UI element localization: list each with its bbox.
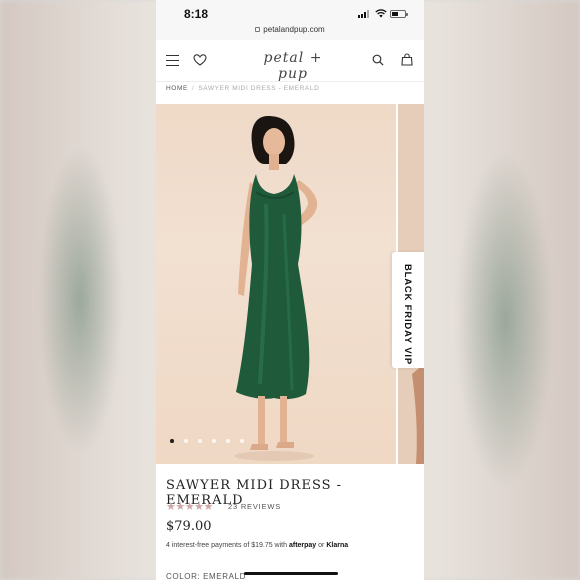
status-time: 8:18 bbox=[184, 7, 209, 21]
review-count[interactable]: 23 REVIEWS bbox=[228, 502, 281, 511]
afterpay-logo[interactable]: afterpay bbox=[289, 542, 316, 549]
address-bar[interactable]: petalandpup.com bbox=[156, 24, 424, 40]
klarna-logo[interactable]: Klarna bbox=[326, 542, 348, 549]
slide-dot[interactable] bbox=[212, 439, 216, 443]
breadcrumb-home[interactable]: HOME bbox=[166, 85, 188, 92]
url-text: petalandpup.com bbox=[263, 25, 325, 34]
installment-info: 4 interest-free payments of $19.75 with … bbox=[166, 542, 348, 549]
site-header: petal + pup bbox=[156, 40, 424, 82]
bag-icon[interactable] bbox=[401, 53, 413, 66]
product-gallery[interactable]: BLACK FRIDAY VIP bbox=[156, 104, 424, 464]
heart-icon[interactable] bbox=[193, 53, 207, 67]
black-friday-vip-tab[interactable]: BLACK FRIDAY VIP bbox=[392, 252, 424, 368]
slide-dot[interactable] bbox=[170, 439, 174, 443]
home-indicator bbox=[244, 572, 338, 575]
slide-dot[interactable] bbox=[226, 439, 230, 443]
vip-tab-label: BLACK FRIDAY VIP bbox=[402, 264, 413, 365]
slide-dot[interactable] bbox=[184, 439, 188, 443]
installment-or: or bbox=[318, 542, 325, 549]
slide-dot[interactable] bbox=[240, 439, 244, 443]
menu-icon[interactable] bbox=[166, 55, 179, 67]
lock-icon bbox=[255, 27, 261, 32]
star-icon: ★★★★★ bbox=[166, 501, 213, 513]
wifi-icon bbox=[375, 9, 387, 18]
breadcrumb: HOME / SAWYER MIDI DRESS - EMERALD bbox=[166, 85, 319, 92]
installment-text: 4 interest-free payments of $19.75 with bbox=[166, 542, 288, 549]
product-image-main[interactable] bbox=[156, 104, 396, 464]
slide-dot[interactable] bbox=[198, 439, 202, 443]
color-selector-label: COLOR: EMERALD bbox=[166, 572, 246, 580]
product-price: $79.00 bbox=[166, 519, 212, 534]
model-photo bbox=[234, 116, 318, 461]
breadcrumb-separator: / bbox=[191, 85, 195, 92]
status-bar: 8:18 bbox=[156, 0, 424, 24]
site-logo[interactable]: petal + pup bbox=[248, 50, 338, 82]
phone-screen: 8:18 petalandpup.com petal + pup HOME / … bbox=[156, 0, 424, 580]
breadcrumb-current: SAWYER MIDI DRESS - EMERALD bbox=[198, 85, 320, 92]
search-icon[interactable] bbox=[372, 54, 384, 66]
battery-icon bbox=[390, 10, 408, 18]
signal-icon bbox=[358, 10, 372, 18]
